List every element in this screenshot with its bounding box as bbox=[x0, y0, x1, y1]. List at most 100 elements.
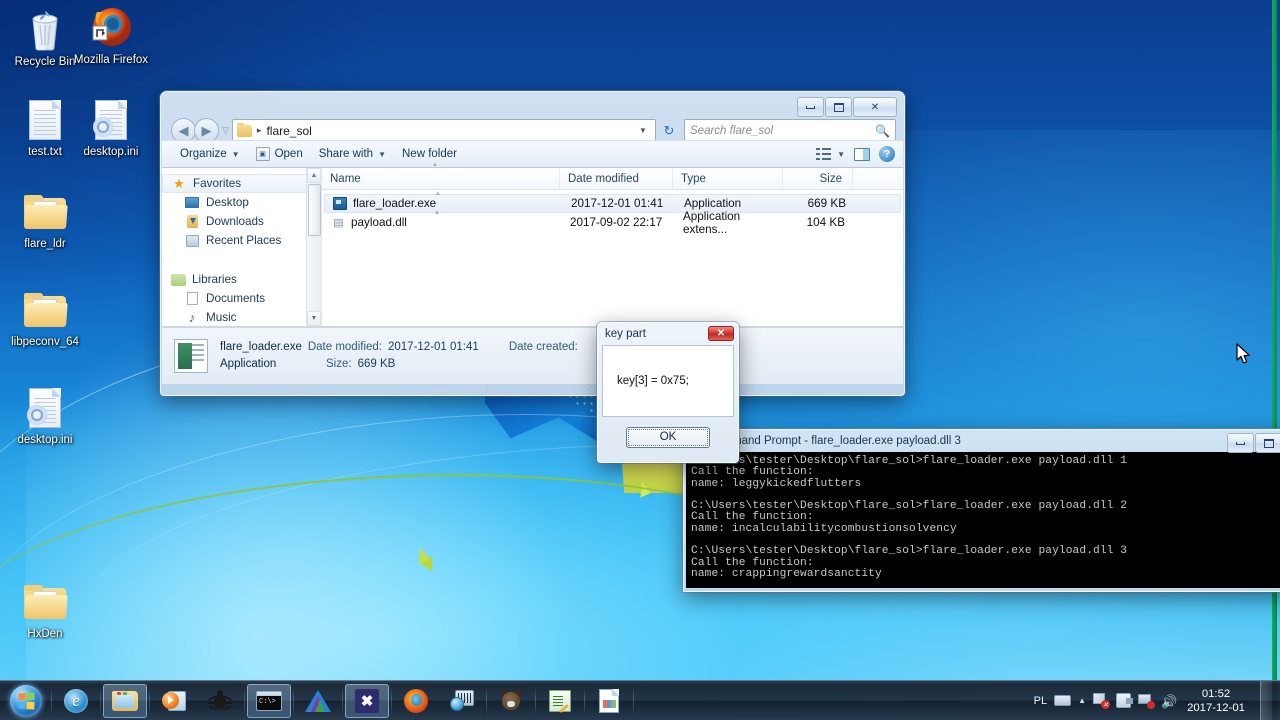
desktop-icon-label: HxDen bbox=[27, 628, 63, 640]
sidebar-item-recent-places[interactable]: Recent Places bbox=[162, 231, 321, 250]
details-date-created-label: Date created: bbox=[508, 341, 578, 353]
taskbar-button-visual-studio[interactable]: ✖ bbox=[345, 683, 389, 718]
command-prompt-titlebar[interactable]: mand Prompt - flare_loader.exe payload.d… bbox=[684, 430, 1280, 453]
refresh-icon: ↻ bbox=[663, 122, 675, 138]
file-size: 104 KB bbox=[806, 216, 845, 229]
minimize-button[interactable] bbox=[1227, 433, 1254, 453]
chevron-down-icon: ▼ bbox=[378, 149, 386, 159]
navigation-pane[interactable]: ★ Favorites Desktop Downloads Recent Pla… bbox=[162, 168, 322, 326]
keyboard-icon[interactable] bbox=[1054, 695, 1072, 706]
table-row[interactable]: ▤ payload.dll 2017-09-02 22:17 Applicati… bbox=[324, 210, 901, 236]
desktop-icon-libpeconv-64[interactable]: libpeconv_64 bbox=[0, 286, 91, 349]
address-bar[interactable]: ▸ flare_sol ▼ bbox=[231, 119, 656, 142]
show-desktop-button[interactable] bbox=[1260, 680, 1272, 720]
taskbar[interactable]: ✖ PL ▲ ✕ 🔊 01:52 2017-12-01 bbox=[0, 680, 1280, 720]
downloads-icon bbox=[184, 215, 200, 229]
help-icon[interactable]: ? bbox=[879, 146, 895, 162]
share-with-button[interactable]: Share with ▼ bbox=[311, 145, 394, 163]
show-hidden-icons-icon[interactable]: ▲ bbox=[1078, 696, 1086, 705]
search-placeholder: Search flare_sol bbox=[690, 124, 774, 137]
taskbar-button-command-prompt[interactable] bbox=[247, 683, 291, 718]
sidebar-item-libraries[interactable]: Libraries bbox=[162, 270, 321, 289]
column-header-size[interactable]: Size bbox=[783, 168, 853, 189]
explorer-toolbar[interactable]: Organize ▼ ▣ Open Share with ▼ New folde… bbox=[162, 140, 903, 168]
dialog-title: key part bbox=[605, 328, 646, 340]
refresh-button[interactable]: ↻ bbox=[658, 119, 680, 142]
ini-file-icon bbox=[0, 384, 91, 432]
language-indicator[interactable]: PL bbox=[1034, 695, 1047, 707]
desktop-icon-desktop-ini-2[interactable]: desktop.ini bbox=[0, 384, 91, 447]
taskbar-button-windows-explorer[interactable] bbox=[103, 683, 147, 718]
preview-pane-icon[interactable] bbox=[854, 147, 870, 161]
clock[interactable]: 01:52 2017-12-01 bbox=[1183, 687, 1249, 715]
column-header-date-modified[interactable]: Date modified bbox=[560, 168, 673, 189]
maximize-button[interactable] bbox=[1255, 433, 1280, 453]
forward-icon: ▶ bbox=[201, 122, 212, 138]
sidebar-item-label: Desktop bbox=[206, 196, 249, 209]
sidebar-item-desktop[interactable]: Desktop bbox=[162, 193, 321, 212]
sidebar-item-music[interactable]: ♪ Music bbox=[162, 308, 321, 327]
start-button[interactable] bbox=[2, 682, 50, 720]
desktop-icon-flare-ldr[interactable]: flare_ldr bbox=[0, 188, 91, 251]
taskbar-divider bbox=[342, 685, 343, 716]
organize-button[interactable]: Organize ▼ bbox=[172, 145, 248, 163]
taskbar-button-olly-bear[interactable] bbox=[489, 684, 533, 718]
taskbar-button-pe-studio[interactable] bbox=[440, 684, 484, 718]
ie-icon bbox=[64, 688, 88, 713]
desktop-icon-hxden[interactable]: HxDen bbox=[0, 578, 91, 641]
open-button[interactable]: ▣ Open bbox=[248, 144, 311, 164]
command-prompt-window[interactable]: mand Prompt - flare_loader.exe payload.d… bbox=[683, 429, 1280, 592]
taskbar-button-notepad-plus[interactable] bbox=[538, 684, 582, 718]
search-icon: 🔍 bbox=[875, 123, 890, 138]
breadcrumb[interactable]: flare_sol bbox=[266, 124, 635, 138]
column-header-name[interactable]: Name bbox=[322, 162, 560, 189]
desktop-icon-firefox[interactable]: Mozilla Firefox bbox=[65, 4, 157, 67]
minimize-button[interactable] bbox=[797, 97, 824, 117]
network-icon[interactable] bbox=[1138, 693, 1155, 709]
scroll-down-icon[interactable]: ▼ bbox=[307, 311, 321, 326]
power-plug-icon[interactable] bbox=[1116, 693, 1133, 708]
action-center-flag-icon[interactable]: ✕ bbox=[1093, 693, 1110, 709]
table-row[interactable]: flare_loader.exe 2017-12-01 01:41 Applic… bbox=[324, 191, 901, 213]
new-folder-button[interactable]: New folder bbox=[394, 145, 465, 163]
dialog-titlebar[interactable]: key part ✕ bbox=[598, 323, 738, 345]
taskbar-button-document-viewer[interactable] bbox=[587, 684, 631, 718]
maximize-button[interactable] bbox=[825, 97, 852, 117]
explorer-window-controls[interactable]: ✕ bbox=[797, 97, 897, 117]
desktop-icon-desktop-ini-1[interactable]: desktop.ini bbox=[65, 96, 157, 159]
taskbar-button-internet-explorer[interactable] bbox=[54, 684, 98, 718]
volume-icon[interactable]: 🔊 bbox=[1161, 694, 1177, 709]
sidebar-item-label: Documents bbox=[206, 292, 266, 305]
scroll-up-icon[interactable]: ▲ bbox=[307, 168, 321, 183]
bear-icon bbox=[499, 689, 523, 712]
close-button[interactable]: ✕ bbox=[853, 97, 897, 117]
taskbar-button-firefox[interactable] bbox=[394, 684, 438, 718]
scrollbar-thumb[interactable] bbox=[308, 184, 321, 236]
history-dropdown-icon[interactable]: ▽ bbox=[222, 125, 229, 136]
bug-icon bbox=[207, 689, 233, 712]
explorer-titlebar[interactable]: ✕ ◀ ▶ ▽ ▸ flare_sol ▼ ↻ Search flare_sol… bbox=[161, 92, 904, 143]
search-input[interactable]: Search flare_sol 🔍 bbox=[684, 119, 896, 142]
file-list-pane[interactable]: Name Date modified Type Size flare_loade… bbox=[322, 162, 903, 326]
column-headers[interactable]: Name Date modified Type Size bbox=[322, 162, 903, 190]
open-icon: ▣ bbox=[255, 147, 270, 161]
close-button[interactable]: ✕ bbox=[708, 326, 734, 341]
sidebar-item-favorites[interactable]: ★ Favorites bbox=[162, 174, 317, 193]
navigation-pane-scrollbar[interactable]: ▲ ▼ bbox=[306, 168, 321, 326]
system-tray[interactable]: PL ▲ ✕ 🔊 01:52 2017-12-01 bbox=[1034, 680, 1280, 720]
windows-explorer-window[interactable]: ✕ ◀ ▶ ▽ ▸ flare_sol ▼ ↻ Search flare_sol… bbox=[160, 91, 905, 396]
taskbar-button-windows-media-player[interactable] bbox=[152, 684, 196, 718]
change-view-button[interactable]: ▼ bbox=[816, 148, 845, 160]
taskbar-button-immunity-debugger[interactable] bbox=[198, 684, 242, 718]
command-prompt-window-controls[interactable] bbox=[1227, 433, 1280, 453]
column-header-type[interactable]: Type bbox=[673, 168, 783, 189]
chevron-down-icon[interactable]: ▼ bbox=[635, 126, 651, 135]
file-type: Application extens... bbox=[683, 209, 741, 236]
ok-button[interactable]: OK bbox=[626, 426, 710, 448]
taskbar-button-ida-pro[interactable] bbox=[296, 684, 340, 718]
sidebar-item-downloads[interactable]: Downloads bbox=[162, 212, 321, 231]
sidebar-item-label: Recent Places bbox=[206, 234, 282, 247]
sidebar-item-documents[interactable]: Documents bbox=[162, 289, 321, 308]
key-part-dialog[interactable]: key part ✕ key[3] = 0x75; OK bbox=[597, 322, 739, 463]
console-output[interactable]: C:\Users\tester\Desktop\flare_sol>flare_… bbox=[686, 452, 1280, 588]
